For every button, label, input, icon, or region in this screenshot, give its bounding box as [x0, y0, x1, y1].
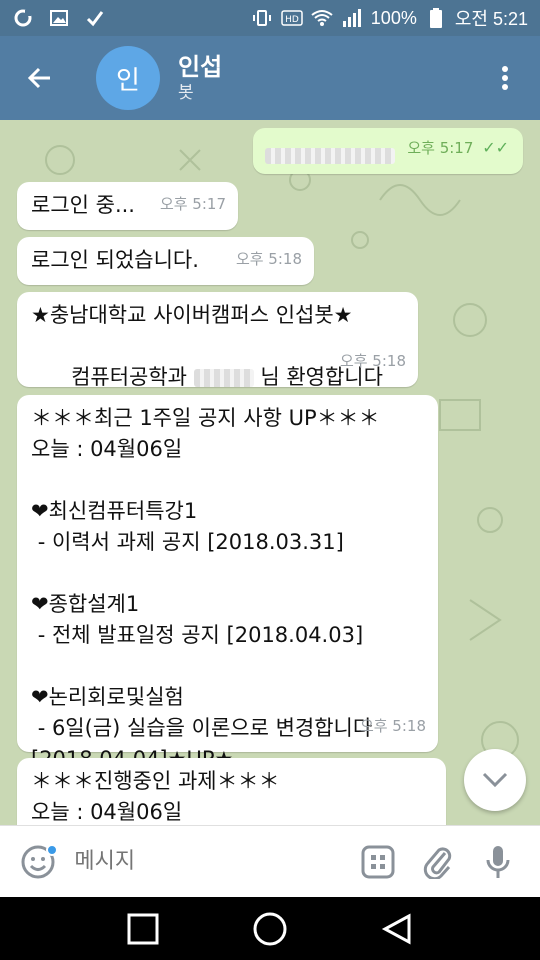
double-check-icon: ✓✓	[482, 138, 509, 157]
outgoing-message[interactable]: 오후 5:17 ✓✓	[253, 128, 523, 174]
more-vertical-icon	[502, 66, 508, 90]
chat-title: 인섭	[178, 53, 223, 81]
paperclip-icon	[424, 846, 452, 879]
android-navigation-bar	[0, 897, 540, 960]
clock: 오전 5:21	[454, 9, 528, 29]
message-time: 오후 5:18	[359, 717, 426, 735]
message-time: 오후 5:18	[235, 250, 302, 268]
emoji-button[interactable]	[12, 834, 64, 890]
vibrate-icon	[251, 7, 273, 29]
chat-title-group[interactable]: 인섭 봇	[178, 52, 222, 104]
message-time: 오후 5:17 ✓✓	[407, 132, 509, 164]
incoming-message[interactable]: 로그인 되었습니다. 오후 5:18	[17, 237, 314, 285]
message-text-line: ★충남대학교 사이버캠퍼스 인섭봇★	[31, 303, 353, 327]
gallery-notification-icon	[48, 7, 70, 29]
incoming-message[interactable]: ＊＊＊최근 1주일 공지 사항 UP＊＊＊ 오늘 : 04월06일 ❤최신컴퓨터…	[17, 395, 438, 771]
hd-icon: HD	[281, 7, 303, 29]
battery-percent: 100%	[370, 7, 417, 28]
message-input-bar	[0, 825, 540, 897]
voice-message-button[interactable]	[468, 834, 528, 890]
chat-header: 인 인섭 봇	[0, 36, 540, 120]
wifi-icon	[311, 7, 333, 29]
svg-text:HD: HD	[285, 15, 299, 25]
recents-button[interactable]	[111, 901, 175, 957]
attach-button[interactable]	[408, 834, 468, 890]
notification-dot	[46, 843, 59, 856]
home-button[interactable]	[238, 901, 302, 957]
redacted-text	[265, 147, 395, 164]
check-notification-icon	[84, 7, 106, 29]
battery-icon	[425, 7, 447, 29]
message-text-part: 컴퓨터공학과	[71, 365, 194, 389]
chat-subtitle: 봇	[178, 83, 194, 103]
more-menu-button[interactable]	[470, 36, 540, 120]
chat-area[interactable]: 오후 5:17 ✓✓ 로그인 중... 오후 5:17 로그인 되었습니다. 오…	[0, 120, 540, 825]
triangle-back-icon	[381, 912, 411, 945]
back-arrow-icon	[27, 67, 50, 89]
status-bar: HD 100% 오전 5:21	[0, 0, 540, 36]
incoming-message[interactable]: ＊＊＊진행중인 과제＊＊＊ 오늘 : 04월06일	[17, 758, 446, 825]
square-icon	[127, 913, 159, 944]
message-input[interactable]	[74, 849, 349, 874]
microphone-icon	[486, 845, 510, 878]
incoming-message[interactable]: 로그인 중... 오후 5:17	[17, 182, 238, 230]
redacted-name	[193, 369, 254, 387]
incoming-message[interactable]: ★충남대학교 사이버캠퍼스 인섭봇★ 컴퓨터공학과 님 환영합니다 오후 5:1…	[17, 292, 418, 389]
message-text: ＊＊＊진행중인 과제＊＊＊ 오늘 : 04월06일	[31, 769, 280, 824]
message-time-text: 오후 5:17	[407, 139, 474, 157]
message-time: 오후 5:17	[159, 195, 226, 213]
back-nav-button[interactable]	[365, 901, 429, 957]
bot-keyboard-button[interactable]	[348, 834, 408, 890]
scroll-to-bottom-button[interactable]	[464, 749, 526, 811]
chevron-down-icon	[482, 772, 508, 788]
keyboard-grid-icon	[361, 845, 395, 878]
message-time: 오후 5:18	[339, 352, 406, 370]
avatar[interactable]: 인	[96, 46, 160, 110]
message-text: 로그인 중...	[31, 193, 135, 217]
signal-icon	[341, 7, 363, 29]
circle-icon	[253, 912, 287, 945]
app-notification-icon	[12, 7, 34, 29]
message-text: 로그인 되었습니다.	[31, 248, 199, 272]
back-button[interactable]	[0, 36, 80, 120]
